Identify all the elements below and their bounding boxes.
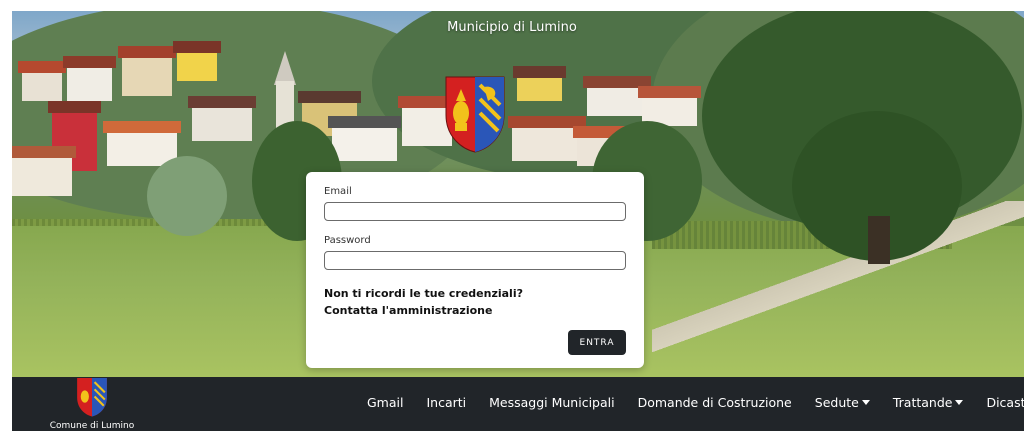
nav-item-dicasteri[interactable]: Dicasteri — [986, 395, 1024, 410]
password-input[interactable] — [324, 251, 626, 270]
forgot-credentials-question: Non ti ricordi le tue credenziali? — [324, 287, 523, 300]
bottom-navbar: Comune di Lumino Gmail Incarti Messaggi … — [12, 377, 1024, 431]
navbar-brand[interactable]: Comune di Lumino — [42, 377, 142, 431]
nav-item-label: Sedute — [814, 395, 859, 410]
nav-item-messaggi-municipali[interactable]: Messaggi Municipali — [489, 395, 614, 410]
login-form: Email Password Non ti ricordi le tue cre… — [306, 172, 644, 368]
nav-item-label: Dicasteri — [986, 395, 1024, 410]
nav-item-domande-di-costruzione[interactable]: Domande di Costruzione — [638, 395, 792, 410]
coat-of-arms-icon — [445, 76, 505, 153]
email-label: Email — [324, 186, 352, 197]
login-submit-button[interactable]: ENTRA — [568, 330, 626, 355]
brand-label: Comune di Lumino — [49, 421, 135, 431]
nav-item-trattande[interactable]: Trattande — [893, 395, 964, 410]
coat-of-arms-icon — [77, 378, 107, 417]
nav-item-label: Trattande — [892, 395, 953, 410]
nav-menu: Gmail Incarti Messaggi Municipali Domand… — [367, 395, 1024, 410]
nav-item-incarti[interactable]: Incarti — [426, 395, 466, 410]
nav-item-sedute[interactable]: Sedute — [815, 395, 870, 410]
nav-item-label: Incarti — [426, 395, 467, 410]
login-page: Municipio di Lumino Email Password Non t… — [0, 0, 1024, 431]
email-input[interactable] — [324, 202, 626, 221]
site-title: Municipio di Lumino — [447, 20, 577, 35]
nav-item-label: Messaggi Municipali — [489, 395, 615, 410]
caret-down-icon — [861, 400, 870, 405]
caret-down-icon — [955, 400, 964, 405]
nav-item-label: Domande di Costruzione — [637, 395, 792, 410]
nav-item-gmail[interactable]: Gmail — [367, 395, 403, 410]
password-label: Password — [324, 235, 371, 246]
forgot-credentials-text: Non ti ricordi le tue credenziali? Conta… — [324, 285, 523, 319]
contact-admin-text: Contatta l'amministrazione — [324, 304, 493, 317]
nav-item-label: Gmail — [367, 395, 404, 410]
